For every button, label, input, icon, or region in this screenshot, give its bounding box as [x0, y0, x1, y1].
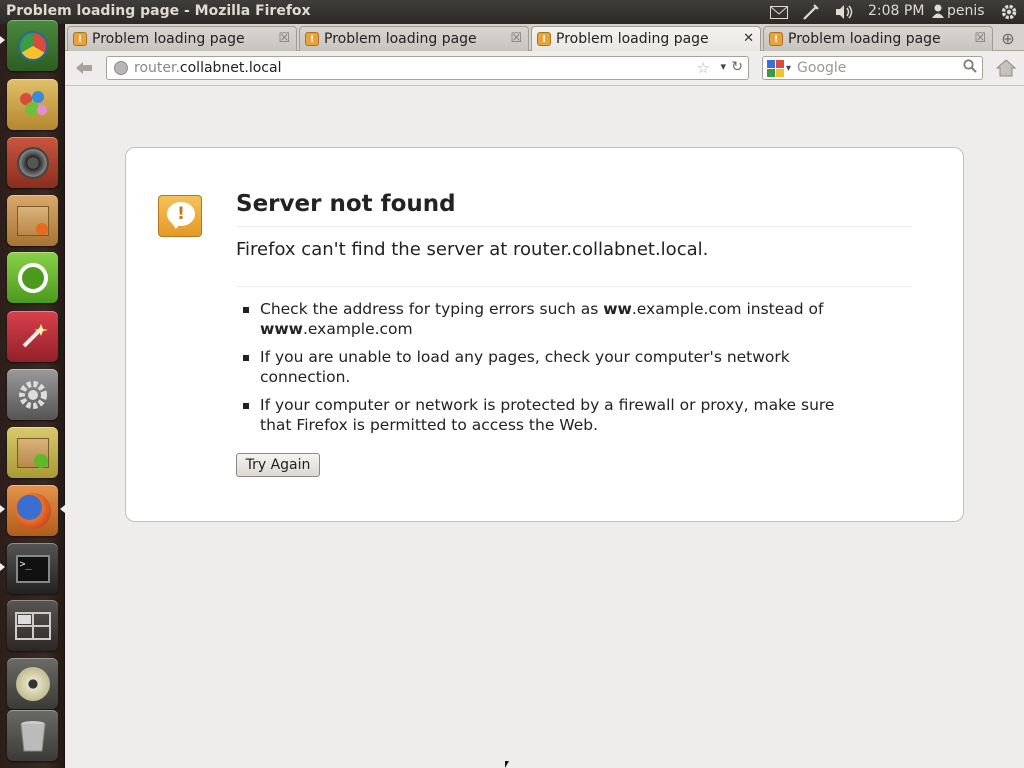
tab[interactable]: ! Problem loading page ☒	[299, 26, 529, 51]
error-title: Server not found	[236, 191, 456, 217]
reload-icon[interactable]: ↻	[731, 59, 743, 75]
package-archive-icon[interactable]	[7, 195, 58, 246]
warning-favicon-icon: !	[769, 32, 783, 46]
bookmark-star-icon[interactable]: ☆	[697, 59, 710, 77]
tab-bar: ! Problem loading page ☒ ! Problem loadi…	[65, 24, 1024, 51]
wand-icon[interactable]	[7, 311, 58, 362]
user-menu[interactable]: penis	[932, 3, 985, 19]
try-again-button[interactable]: Try Again	[236, 453, 320, 477]
ubuntu-software-icon[interactable]	[7, 252, 58, 303]
package-install-icon[interactable]	[7, 427, 58, 478]
warning-favicon-icon: !	[305, 32, 319, 46]
terminal-icon[interactable]: >_	[7, 543, 58, 594]
network-icon[interactable]	[800, 2, 822, 22]
workspace-switcher-icon[interactable]	[7, 600, 58, 651]
username: penis	[947, 3, 985, 19]
system-settings-icon[interactable]	[7, 369, 58, 420]
volume-icon[interactable]	[833, 2, 855, 22]
page-content: ! Server not found Firefox can't find th…	[65, 87, 1024, 768]
tab[interactable]: ! Problem loading page ☒	[763, 26, 993, 51]
tab[interactable]: ! Problem loading page ☒	[67, 26, 297, 51]
chromium-icon[interactable]	[7, 20, 58, 71]
tab-label: Problem loading page	[556, 31, 709, 47]
site-identity-icon[interactable]	[114, 61, 128, 75]
unity-launcher: >_	[0, 20, 65, 768]
url-bar[interactable]: router.collabnet.local ☆ ▾ ↻	[106, 56, 749, 80]
window-title: Problem loading page - Mozilla Firefox	[6, 3, 311, 19]
trash-icon[interactable]	[7, 710, 58, 761]
back-arrow-icon	[76, 62, 92, 74]
speaker-icon[interactable]	[7, 137, 58, 188]
new-tab-button[interactable]: ⊕	[998, 28, 1018, 48]
mouse-cursor	[505, 761, 509, 768]
error-suggestions-list: Check the address for typing errors such…	[236, 299, 856, 443]
list-item: Check the address for typing errors such…	[236, 299, 856, 339]
running-indicator	[0, 36, 5, 44]
divider	[236, 226, 912, 227]
list-item: If you are unable to load any pages, che…	[236, 347, 856, 387]
tab-close-icon[interactable]: ☒	[974, 31, 986, 46]
warning-favicon-icon: !	[73, 32, 87, 46]
warning-icon: !	[158, 195, 202, 237]
search-icon[interactable]	[963, 59, 977, 77]
error-page-container: ! Server not found Firefox can't find th…	[125, 147, 964, 522]
url-prefix: router.	[134, 60, 180, 76]
tab-close-icon[interactable]: ✕	[743, 31, 754, 46]
navigation-bar: router.collabnet.local ☆ ▾ ↻ ▾ Google	[65, 51, 1024, 86]
running-indicator	[0, 505, 5, 513]
url-text: router.collabnet.local	[134, 60, 281, 76]
dvd-icon[interactable]	[7, 658, 58, 709]
clock[interactable]: 2:08 PM	[868, 3, 924, 19]
person-icon	[932, 4, 944, 18]
gear-icon[interactable]	[998, 2, 1020, 22]
search-bar[interactable]: ▾ Google	[762, 56, 983, 80]
tab-label: Problem loading page	[788, 31, 941, 47]
tab-close-icon[interactable]: ☒	[278, 31, 290, 46]
home-button[interactable]	[995, 58, 1017, 78]
divider	[236, 286, 912, 287]
url-host: collabnet.local	[179, 60, 282, 76]
chevron-down-icon[interactable]: ▾	[786, 63, 791, 74]
tab-active[interactable]: ! Problem loading page ✕	[531, 26, 761, 51]
tab-label: Problem loading page	[324, 31, 477, 47]
mail-icon[interactable]	[768, 2, 790, 22]
tab-label: Problem loading page	[92, 31, 245, 47]
search-input[interactable]: Google	[797, 60, 963, 76]
home-icon	[996, 59, 1016, 77]
top-panel: Problem loading page - Mozilla Firefox 2…	[0, 0, 1024, 24]
firefox-window: ! Problem loading page ☒ ! Problem loadi…	[65, 24, 1024, 768]
back-button[interactable]	[73, 57, 95, 79]
tab-close-icon[interactable]: ☒	[510, 31, 522, 46]
firefox-icon[interactable]	[7, 485, 58, 536]
running-indicator	[0, 563, 5, 571]
warning-favicon-icon: !	[537, 32, 551, 46]
history-dropdown-icon[interactable]: ▾	[720, 60, 726, 73]
google-icon[interactable]	[767, 59, 784, 77]
list-item: If your computer or network is protected…	[236, 395, 856, 435]
paint-icon[interactable]	[7, 79, 58, 130]
error-description: Firefox can't find the server at router.…	[236, 239, 709, 260]
